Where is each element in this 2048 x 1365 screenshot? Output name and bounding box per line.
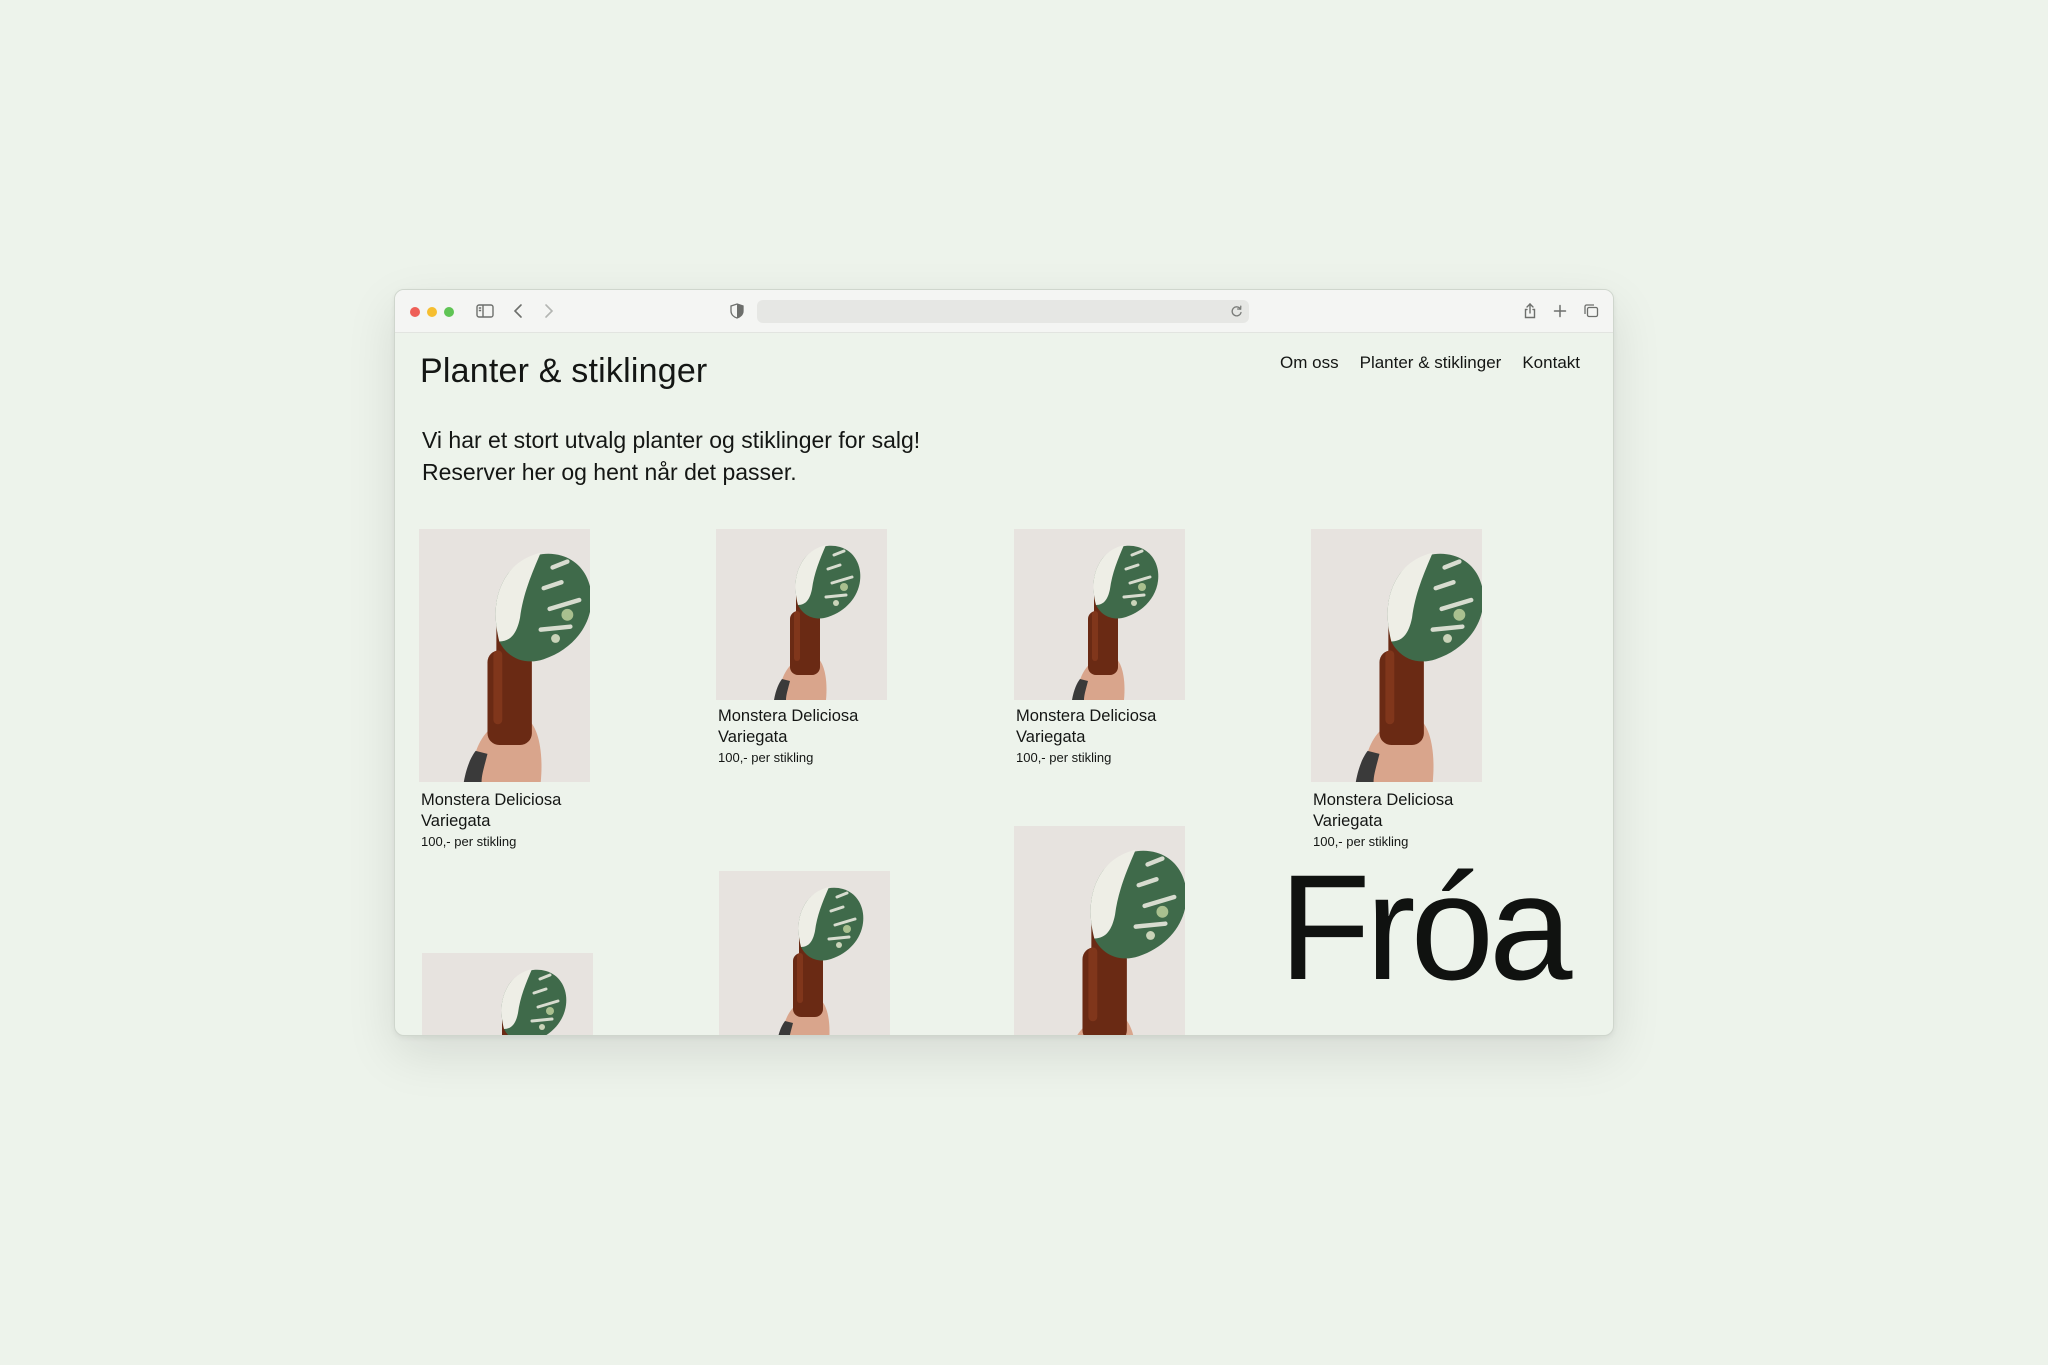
plant-photo-icon [422,953,593,1035]
sidebar-icon[interactable] [474,300,496,322]
plant-photo-icon [1014,826,1185,1035]
product-price: 100,- per stikling [1016,750,1112,765]
plant-photo-icon [716,529,887,700]
tabs-overview-icon[interactable] [1580,300,1602,322]
plant-photo-icon [719,871,890,1035]
intro-line-1: Vi har et stort utvalg planter og stikli… [422,427,921,453]
shield-icon[interactable] [728,302,746,320]
minimize-window-button[interactable] [427,307,437,317]
share-icon[interactable] [1519,300,1541,322]
brand-logo: Fróa [1279,843,1572,1011]
product-image[interactable] [1014,529,1185,700]
back-icon[interactable] [508,300,530,322]
product-name: Monstera Deliciosa Variegata [421,791,562,830]
browser-window: Planter & stiklinger Om oss Planter & st… [394,289,1614,1036]
product-image[interactable] [1311,529,1482,782]
product-image[interactable] [719,871,890,1035]
plant-photo-icon [419,529,590,782]
site-title: Planter & stiklinger [420,352,708,390]
product-name: Monstera Deliciosa Variegata [718,707,859,746]
plant-photo-icon [1014,529,1185,700]
nav-item-kontakt[interactable]: Kontakt [1522,353,1580,373]
intro-line-2: Reserver her og hent når det passer. [422,459,797,485]
product-price: 100,- per stikling [718,750,814,765]
product-image[interactable] [1014,826,1185,1035]
address-bar[interactable] [757,300,1249,323]
browser-toolbar [395,290,1613,333]
main-nav: Om oss Planter & stiklinger Kontakt [1280,353,1580,373]
product-image[interactable] [419,529,590,782]
product-name: Monstera Deliciosa Variegata [1016,707,1157,746]
reload-icon[interactable] [1228,303,1245,320]
intro-text: Vi har et stort utvalg planter og stikli… [422,424,1042,488]
new-tab-icon[interactable] [1549,300,1571,322]
plant-photo-icon [1311,529,1482,782]
forward-icon[interactable] [537,300,559,322]
zoom-window-button[interactable] [444,307,454,317]
product-image[interactable] [422,953,593,1035]
nav-item-planter-stiklinger[interactable]: Planter & stiklinger [1360,353,1502,373]
product-price: 100,- per stikling [421,834,517,849]
product-image[interactable] [716,529,887,700]
nav-item-om-oss[interactable]: Om oss [1280,353,1339,373]
close-window-button[interactable] [410,307,420,317]
product-name: Monstera Deliciosa Variegata [1313,791,1454,830]
